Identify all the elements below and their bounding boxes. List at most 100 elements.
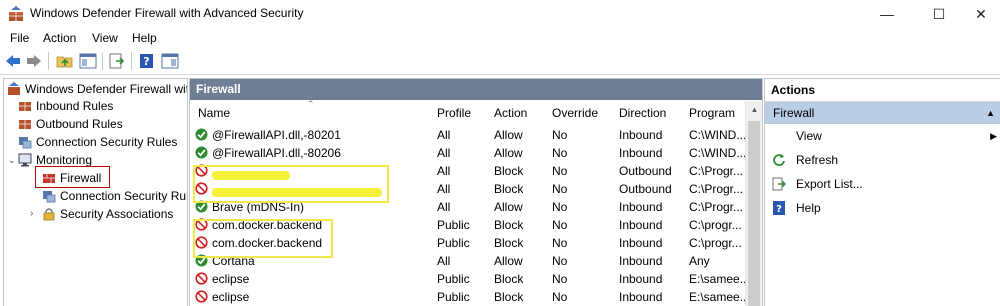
toolbar-separator [131,52,132,70]
column-header-direction[interactable]: Direction [619,106,666,120]
block-icon [195,272,208,285]
toolbar-separator [48,52,49,70]
cell-override: No [552,164,568,178]
cell-name: @FirewallAPI.dll,-80206 [212,146,341,160]
menu-help[interactable]: Help [132,31,157,45]
toolbar: ? [0,48,1000,75]
cell-direction: Inbound [619,272,663,286]
maximize-button[interactable]: ☐ [916,0,962,28]
column-header-name[interactable]: Name [198,106,230,120]
cell-override: No [552,146,568,160]
expand-arrow-icon[interactable]: › [30,205,33,223]
expand-chevron-icon[interactable]: ⌄ [8,151,16,169]
lock-icon [43,208,55,221]
redacted-name [212,188,382,197]
svg-text:?: ? [776,204,782,215]
up-folder-icon[interactable] [56,53,74,69]
scroll-up-icon[interactable]: ▲ [746,101,762,118]
back-arrow-icon[interactable] [4,53,22,69]
menu-file[interactable]: File [10,31,29,45]
firewall-shield-icon [8,82,20,95]
cell-override: No [552,254,568,268]
monitoring-icon [18,153,32,167]
collapse-triangle-icon[interactable]: ▲ [986,102,995,124]
forward-arrow-icon[interactable] [25,53,43,69]
cell-profile: Public [437,236,470,250]
table-row[interactable]: @FirewallAPI.dll,-80201 All Allow No Inbound… [190,126,747,144]
help-icon[interactable]: ? [138,53,156,69]
action-export-list[interactable]: Export List... [765,173,1000,195]
cell-direction: Inbound [619,200,663,214]
svg-text:?: ? [143,55,149,68]
table-row[interactable]: eclipse Public Block No Inbound E:\samee... [190,288,750,306]
close-button[interactable]: ✕ [958,0,1000,28]
cell-override: No [552,236,568,250]
table-row[interactable]: @FirewallAPI.dll,-80206 All Allow No Inbound… [190,144,746,162]
cell-program: C:\WIND... [689,128,747,142]
cell-program: C:\Progr... [689,182,744,196]
cell-name: @FirewallAPI.dll,-80201 [212,128,341,142]
action-label: Refresh [796,153,839,167]
actions-section-firewall[interactable]: Firewall ▲ [765,102,1000,124]
show-hide-console-tree-icon[interactable] [79,53,97,69]
menu-bar: File Action View Help [0,28,1000,48]
show-hide-action-pane-icon[interactable] [161,53,179,69]
cell-action: Allow [494,254,523,268]
action-refresh[interactable]: Refresh [765,149,1000,171]
window-title: Windows Defender Firewall with Advanced … [30,6,304,20]
firewall-app-icon [9,6,23,21]
minimize-button[interactable]: — [864,0,910,28]
cell-program: E:\samee... [689,290,750,304]
outbound-rules-icon [19,120,31,129]
cell-override: No [552,182,568,196]
cell-direction: Inbound [619,254,663,268]
cell-profile: Public [437,218,470,232]
actions-header: Actions [765,79,1000,102]
cell-program: Any [689,254,710,268]
cell-override: No [552,272,568,286]
scrollbar-thumb[interactable] [748,121,760,306]
action-label: Help [796,201,821,215]
column-header-profile[interactable]: Profile [437,106,471,120]
column-header-override[interactable]: Override [552,106,598,120]
action-label: Export List... [796,177,863,191]
cell-override: No [552,128,568,142]
connection-security-icon [19,137,32,149]
cell-profile: Public [437,272,470,286]
cell-direction: Outbound [619,164,672,178]
action-view[interactable]: View ▶ [765,125,1000,147]
vertical-scrollbar[interactable]: ▲ [745,101,762,306]
tree-item-label: Security Associations [60,207,174,221]
submenu-arrow-icon: ▶ [990,131,997,141]
cell-action: Block [494,272,524,286]
cell-program: C:\progr... [689,236,742,250]
table-row[interactable]: eclipse Public Block No Inbound E:\samee... [190,270,750,288]
connection-security-icon [43,191,56,203]
help-icon: ? [773,201,785,215]
cell-profile: All [437,128,451,142]
menu-action[interactable]: Action [43,31,76,45]
tree-item-label: Outbound Rules [36,117,123,131]
cell-direction: Inbound [619,236,663,250]
block-icon [195,290,208,303]
action-help[interactable]: ? Help [765,197,1000,219]
column-header-action[interactable]: Action [494,106,527,120]
column-header-program[interactable]: Program [689,106,735,120]
export-list-icon[interactable] [108,53,126,69]
cell-direction: Inbound [619,128,663,142]
cell-program: C:\Progr... [689,164,744,178]
cell-action: Allow [494,200,523,214]
cell-override: No [552,218,568,232]
sort-ascending-icon: ⌃ [307,99,315,109]
menu-view[interactable]: View [92,31,118,45]
cell-program: C:\progr... [689,218,742,232]
action-label: View [796,129,822,143]
refresh-icon [773,154,785,166]
cell-profile: Public [437,290,470,304]
cell-name: eclipse [212,290,250,304]
cell-direction: Inbound [619,218,663,232]
export-list-icon [772,177,786,191]
tree-root-label: Windows Defender Firewall with [25,82,188,96]
cell-direction: Outbound [619,182,672,196]
cell-action: Allow [494,146,523,160]
